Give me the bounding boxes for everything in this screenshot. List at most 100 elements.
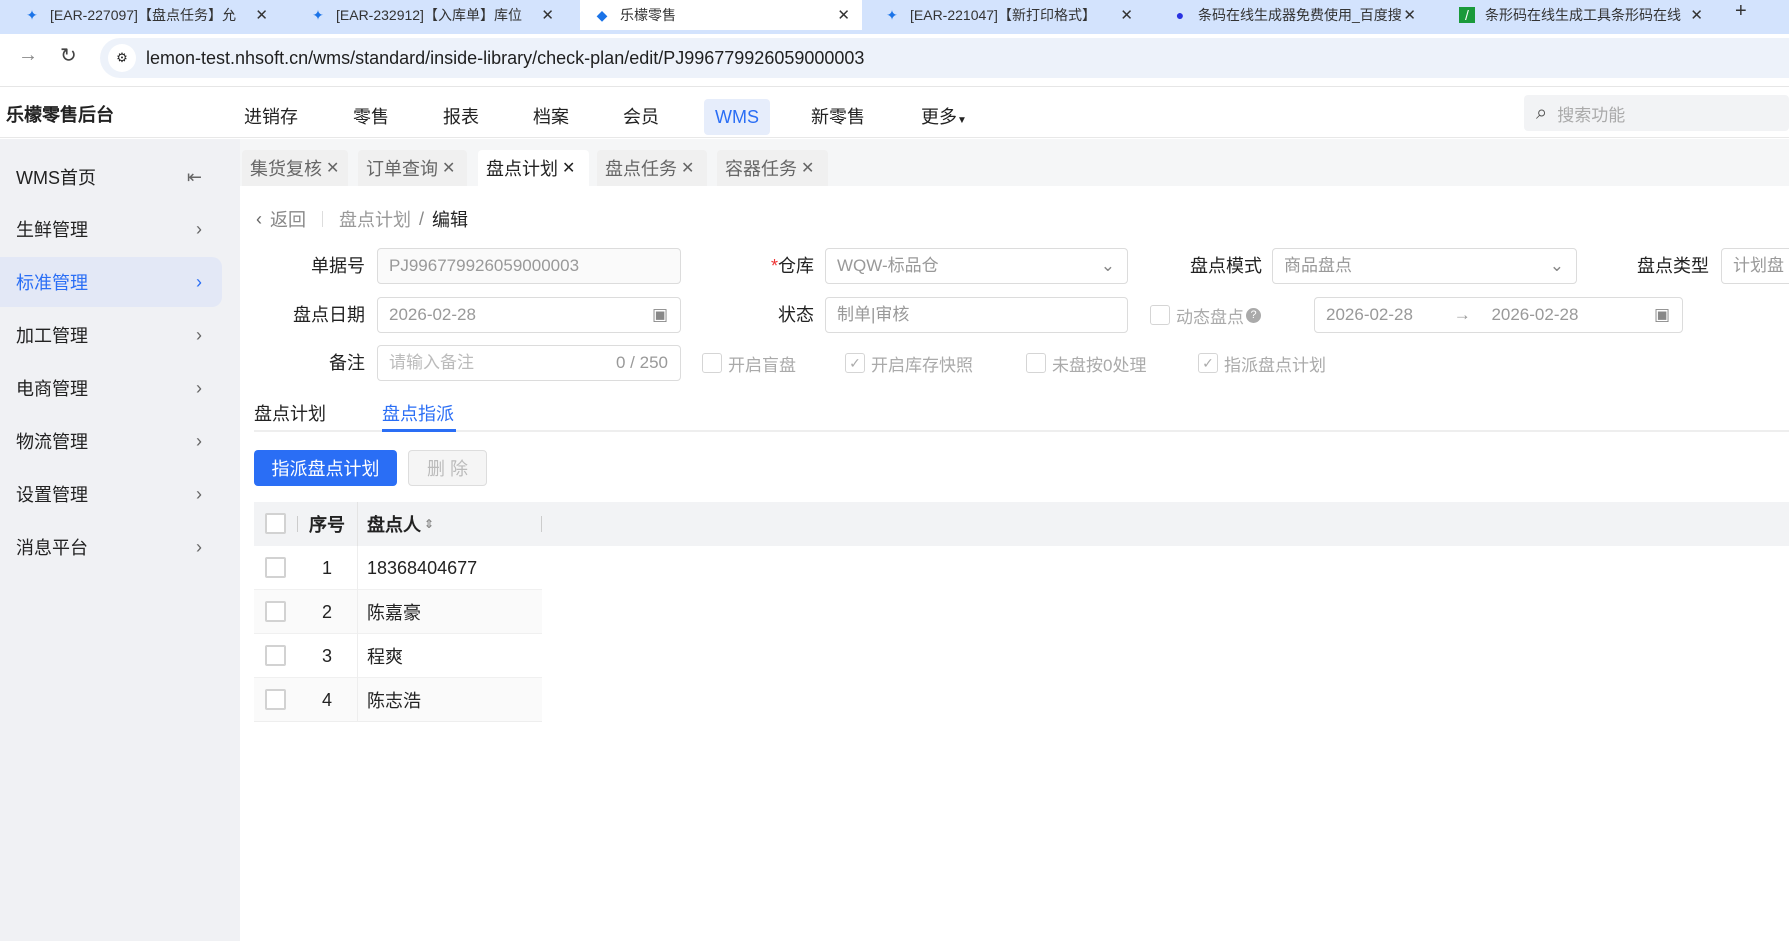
close-icon[interactable]: ✕ bbox=[442, 158, 455, 178]
browser-tab[interactable]: / 条形码在线生成工具条形码在线 ✕ bbox=[1445, 0, 1715, 30]
breadcrumb: ‹ 返回 盘点计划 / 编辑 bbox=[256, 206, 468, 232]
column-divider bbox=[357, 546, 358, 590]
checkbox-box bbox=[702, 353, 722, 373]
address-bar-row: → ↻ ⚙ lemon-test.nhsoft.cn/wms/standard/… bbox=[0, 34, 1789, 86]
date-picker[interactable]: 2026-02-28 ▣ bbox=[377, 297, 681, 333]
sidebar-item-wms-home[interactable]: WMS首页 ⇤ bbox=[0, 152, 222, 202]
type-select[interactable]: 计划盘 bbox=[1721, 248, 1789, 284]
row-checkbox[interactable] bbox=[265, 557, 286, 578]
status-field[interactable]: 制单|审核 bbox=[825, 297, 1128, 333]
type-label: 盘点类型 bbox=[1637, 256, 1709, 276]
browser-tab[interactable]: ● 条码在线生成器免费使用_百度搜 ✕ bbox=[1158, 0, 1428, 30]
table-row[interactable]: 2 陈嘉豪 bbox=[254, 590, 542, 634]
stock-snapshot-checkbox[interactable]: ✓ 开启库存快照 bbox=[845, 345, 973, 381]
nav-item[interactable]: 进销存 bbox=[234, 99, 308, 135]
row-person: 陈志浩 bbox=[367, 691, 421, 711]
close-icon[interactable]: ✕ bbox=[1690, 6, 1703, 24]
remark-input[interactable]: 请输入备注 0 / 250 bbox=[377, 345, 681, 381]
url-bar[interactable]: ⚙ lemon-test.nhsoft.cn/wms/standard/insi… bbox=[100, 38, 1789, 78]
url-text[interactable]: lemon-test.nhsoft.cn/wms/standard/inside… bbox=[146, 48, 864, 69]
close-icon[interactable]: ✕ bbox=[1120, 6, 1133, 24]
sort-icon[interactable]: ⇕ bbox=[424, 517, 434, 531]
browser-tab[interactable]: ✦ [EAR-232912]【入库单】库位 ✕ bbox=[296, 0, 566, 30]
location-pin-icon: ◆ bbox=[596, 7, 608, 23]
chevron-right-icon: › bbox=[196, 324, 202, 345]
app-title: 乐檬零售后台 bbox=[6, 105, 114, 125]
sidebar-item-settings[interactable]: 设置管理 › bbox=[0, 469, 222, 519]
sidebar-item-processing[interactable]: 加工管理 › bbox=[0, 310, 222, 360]
doc-no-field[interactable]: PJ996779926059000003 bbox=[377, 248, 681, 284]
sidebar-item-logistics[interactable]: 物流管理 › bbox=[0, 416, 222, 466]
page-tab[interactable]: 集货复核 ✕ bbox=[242, 150, 348, 186]
collapse-sidebar-icon[interactable]: ⇤ bbox=[187, 167, 202, 188]
close-icon[interactable]: ✕ bbox=[255, 6, 268, 24]
barcode-site-icon: / bbox=[1459, 7, 1475, 23]
nav-item-wms[interactable]: WMS bbox=[704, 99, 770, 135]
jira-icon: ✦ bbox=[312, 7, 324, 23]
row-no: 1 bbox=[321, 557, 332, 578]
browser-tab[interactable]: ✦ [EAR-227097]【盘点任务】允 ✕ bbox=[10, 0, 280, 30]
site-info-icon[interactable]: ⚙ bbox=[108, 44, 136, 72]
table-row[interactable]: 1 18368404677 bbox=[254, 546, 542, 590]
col-header-person[interactable]: 盘点人 ⇕ bbox=[367, 502, 434, 546]
page-tab[interactable]: 盘点任务 ✕ bbox=[597, 150, 707, 186]
zero-uncounted-checkbox[interactable]: 未盘按0处理 bbox=[1026, 345, 1146, 381]
chevron-right-icon: › bbox=[196, 271, 202, 292]
check-icon: ✓ bbox=[845, 353, 865, 373]
close-icon[interactable]: ✕ bbox=[837, 6, 850, 24]
remark-label: 备注 bbox=[329, 353, 365, 373]
row-checkbox[interactable] bbox=[265, 601, 286, 622]
table-row[interactable]: 3 程爽 bbox=[254, 634, 542, 678]
close-icon[interactable]: ✕ bbox=[562, 158, 575, 178]
page-tab[interactable]: 订单查询 ✕ bbox=[358, 150, 467, 186]
app-header: 乐檬零售后台 进销存 零售 报表 档案 会员 WMS 新零售 更多▼ ⌕ 搜索功… bbox=[0, 86, 1789, 138]
close-icon[interactable]: ✕ bbox=[681, 158, 694, 178]
range-separator: → bbox=[1453, 305, 1471, 324]
mode-select[interactable]: 商品盘点 ⌄ bbox=[1272, 248, 1577, 284]
reload-icon[interactable]: ↻ bbox=[60, 43, 77, 68]
browser-tab-active[interactable]: ◆ 乐檬零售 ✕ bbox=[580, 0, 862, 30]
close-icon[interactable]: ✕ bbox=[1403, 6, 1416, 24]
nav-item[interactable]: 报表 bbox=[433, 99, 489, 135]
select-all-checkbox[interactable] bbox=[265, 513, 286, 534]
close-icon[interactable]: ✕ bbox=[801, 158, 814, 178]
nav-item[interactable]: 零售 bbox=[343, 99, 399, 135]
sidebar-item-standard[interactable]: 标准管理 › bbox=[0, 257, 222, 307]
chevron-right-icon: › bbox=[196, 430, 202, 451]
breadcrumb-parent[interactable]: 盘点计划 bbox=[339, 206, 411, 232]
char-count: 0 / 250 bbox=[616, 353, 668, 372]
sidebar-item-fresh[interactable]: 生鲜管理 › bbox=[0, 204, 222, 254]
nav-item[interactable]: 会员 bbox=[613, 99, 669, 135]
warehouse-select[interactable]: WQW-标品仓 ⌄ bbox=[825, 248, 1128, 284]
back-link[interactable]: 返回 bbox=[270, 206, 306, 232]
nav-item[interactable]: 新零售 bbox=[801, 99, 875, 135]
browser-tab[interactable]: ✦ [EAR-221047]【新打印格式】 ✕ bbox=[870, 0, 1145, 30]
close-icon[interactable]: ✕ bbox=[326, 158, 339, 178]
tab-check-assign[interactable]: 盘点指派 bbox=[382, 400, 456, 432]
row-checkbox[interactable] bbox=[265, 689, 286, 710]
page-tab[interactable]: 容器任务 ✕ bbox=[717, 150, 828, 186]
assign-plan-button[interactable]: 指派盘点计划 bbox=[254, 450, 397, 486]
close-icon[interactable]: ✕ bbox=[541, 6, 554, 24]
page-tab-active[interactable]: 盘点计划 ✕ bbox=[478, 150, 589, 186]
jira-icon: ✦ bbox=[26, 7, 38, 23]
required-mark: * bbox=[770, 256, 778, 276]
forward-icon[interactable]: → bbox=[18, 44, 38, 67]
back-icon[interactable]: ‹ bbox=[256, 209, 262, 230]
nav-item-more[interactable]: 更多▼ bbox=[911, 99, 977, 135]
tab-check-plan[interactable]: 盘点计划 bbox=[254, 400, 326, 426]
col-header-no: 序号 bbox=[309, 515, 345, 535]
blind-check-checkbox[interactable]: 开启盲盘 bbox=[702, 345, 796, 381]
sidebar-item-ecommerce[interactable]: 电商管理 › bbox=[0, 363, 222, 413]
sidebar-item-messages[interactable]: 消息平台 › bbox=[0, 522, 222, 572]
help-icon[interactable]: ? bbox=[1246, 307, 1261, 323]
nav-item[interactable]: 档案 bbox=[523, 99, 579, 135]
delete-button[interactable]: 删 除 bbox=[408, 450, 487, 486]
date-range-picker[interactable]: 2026-02-28 → 2026-02-28 ▣ bbox=[1314, 297, 1683, 333]
dynamic-check-checkbox[interactable]: 动态盘点? bbox=[1150, 297, 1261, 333]
new-tab-button[interactable]: + bbox=[1735, 0, 1747, 23]
assign-plan-checkbox[interactable]: ✓ 指派盘点计划 bbox=[1198, 345, 1326, 381]
table-row[interactable]: 4 陈志浩 bbox=[254, 678, 542, 722]
row-checkbox[interactable] bbox=[265, 645, 286, 666]
search-input[interactable]: ⌕ 搜索功能 bbox=[1524, 95, 1789, 131]
